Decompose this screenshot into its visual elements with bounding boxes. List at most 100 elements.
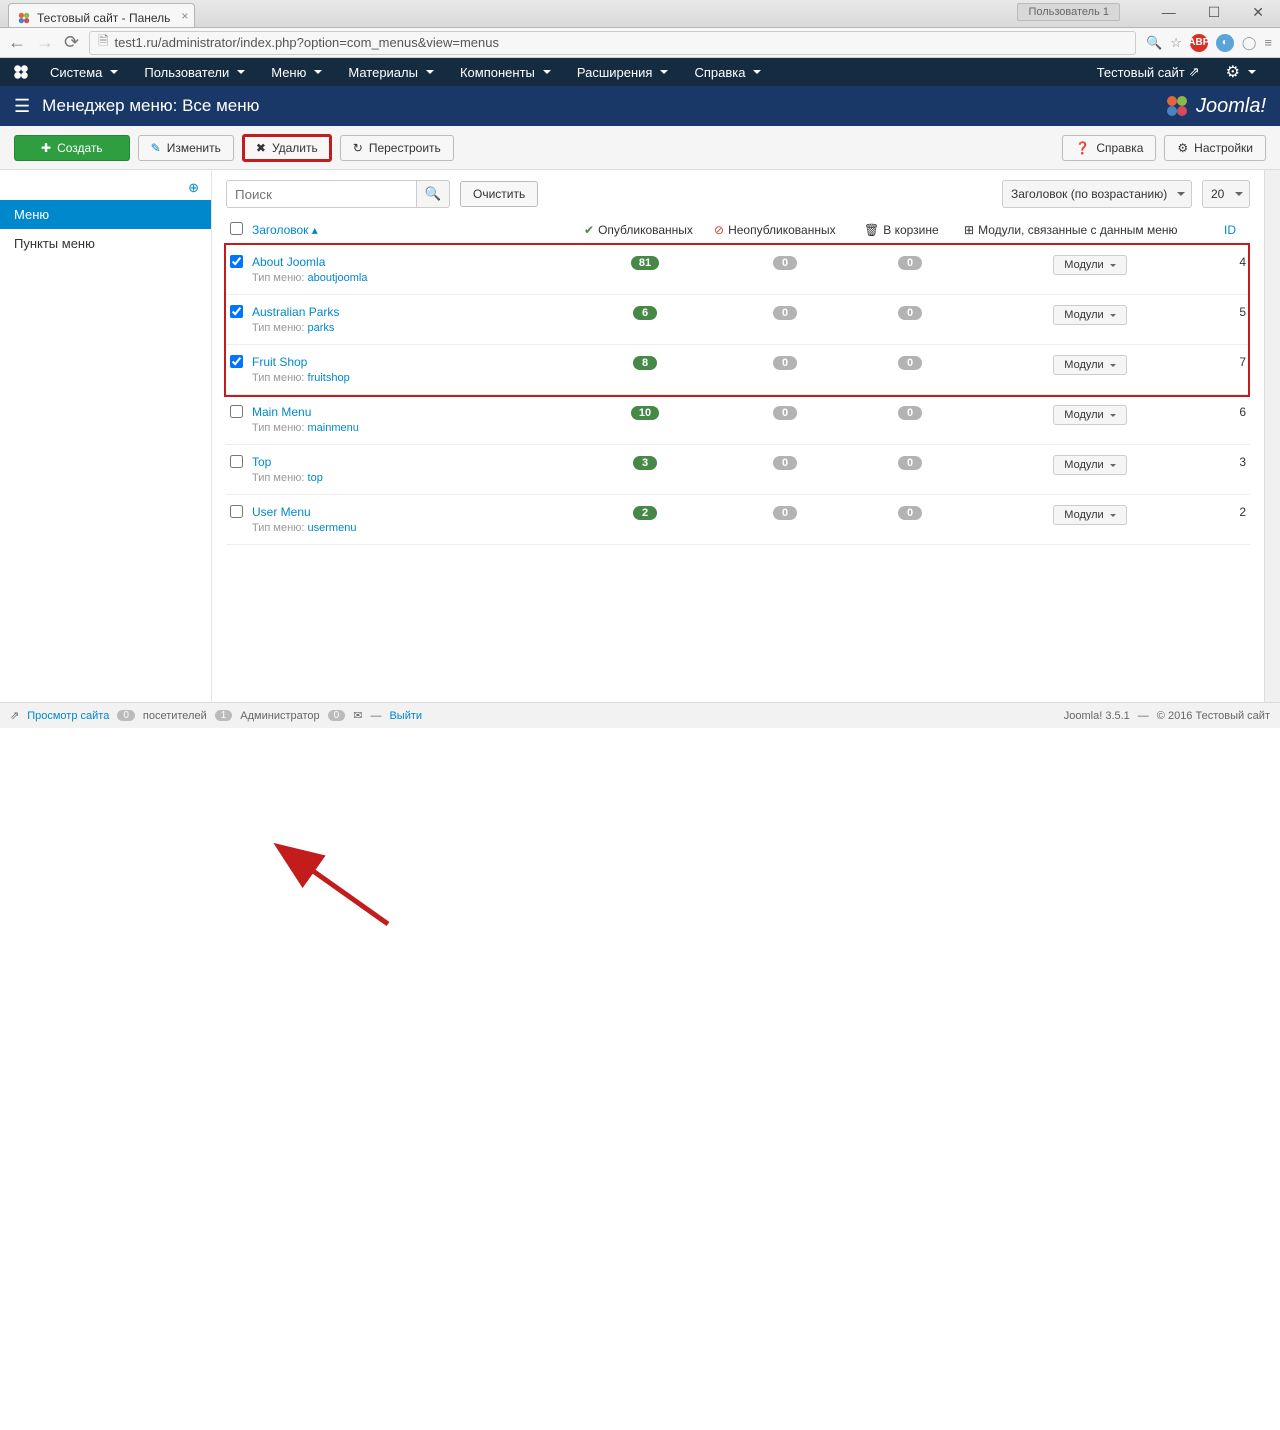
modules-button[interactable]: Модули: [1053, 455, 1126, 475]
edit-icon: ✎: [151, 141, 161, 155]
settings-gear-icon[interactable]: ⚙: [1214, 57, 1268, 87]
tab-close-icon[interactable]: ×: [181, 9, 188, 23]
row-checkbox[interactable]: [230, 355, 243, 368]
site-frontend-link[interactable]: Тестовый сайт ⇗: [1085, 59, 1212, 85]
published-count[interactable]: 2: [633, 506, 657, 520]
unpublished-count[interactable]: 0: [773, 256, 797, 270]
rebuild-button[interactable]: ↻Перестроить: [340, 135, 454, 161]
browser-user-badge[interactable]: Пользователь 1: [1017, 3, 1120, 21]
external-link-icon: ⇗: [1189, 64, 1200, 80]
help-button[interactable]: ❓Справка: [1062, 135, 1156, 161]
browser-tab[interactable]: Тестовый сайт - Панель ×: [8, 3, 195, 27]
bookmark-icon[interactable]: ☆: [1170, 35, 1182, 51]
mail-icon[interactable]: ✉: [353, 709, 362, 722]
menu-title-link[interactable]: About Joomla: [252, 255, 325, 269]
unpublished-count[interactable]: 0: [773, 306, 797, 320]
menu-type-link[interactable]: fruitshop: [308, 372, 350, 384]
options-button[interactable]: ⚙Настройки: [1164, 135, 1266, 161]
published-count[interactable]: 3: [633, 456, 657, 470]
sidebar-item[interactable]: Пункты меню: [0, 229, 211, 258]
main-area: ⊕ МенюПункты меню 🔍 Очистить Заголовок (…: [0, 170, 1280, 702]
ext2-icon[interactable]: ◯: [1242, 35, 1257, 51]
sort-select[interactable]: Заголовок (по возрастанию): [1002, 180, 1192, 208]
modules-button[interactable]: Модули: [1053, 255, 1126, 275]
window-close-icon[interactable]: ✕: [1246, 2, 1270, 23]
browser-menu-icon[interactable]: ≡: [1264, 35, 1272, 50]
create-button[interactable]: ✚Создать: [14, 135, 130, 161]
unpublished-count[interactable]: 0: [773, 456, 797, 470]
unpublished-count[interactable]: 0: [773, 356, 797, 370]
window-maximize-icon[interactable]: ☐: [1202, 2, 1227, 23]
row-checkbox[interactable]: [230, 505, 243, 518]
menu-title-link[interactable]: User Menu: [252, 505, 311, 519]
published-count[interactable]: 10: [631, 406, 659, 420]
nav-system[interactable]: Система: [38, 60, 130, 85]
row-checkbox[interactable]: [230, 255, 243, 268]
joomla-brand: Joomla!: [1164, 93, 1266, 119]
clear-button[interactable]: Очистить: [460, 181, 538, 207]
published-count[interactable]: 8: [633, 356, 657, 370]
vertical-scrollbar[interactable]: [1264, 170, 1280, 702]
trashed-count[interactable]: 0: [898, 456, 922, 470]
nav-users[interactable]: Пользователи: [132, 60, 257, 85]
unpublished-count[interactable]: 0: [773, 506, 797, 520]
menu-title-link[interactable]: Australian Parks: [252, 305, 339, 319]
modules-button[interactable]: Модули: [1053, 505, 1126, 525]
trashed-count[interactable]: 0: [898, 506, 922, 520]
nav-back-icon[interactable]: ←: [8, 32, 26, 53]
nav-extensions[interactable]: Расширения: [565, 60, 681, 85]
select-all-checkbox[interactable]: [230, 222, 243, 235]
joomla-small-icon[interactable]: [12, 63, 30, 81]
row-checkbox[interactable]: [230, 405, 243, 418]
nav-forward-icon[interactable]: →: [36, 32, 54, 53]
url-bar[interactable]: 🗎 test1.ru/administrator/index.php?optio…: [89, 31, 1136, 55]
modules-button[interactable]: Модули: [1053, 405, 1126, 425]
arrow-annotation: [0, 702, 1280, 1430]
menu-type-link[interactable]: parks: [308, 322, 335, 334]
row-checkbox[interactable]: [230, 305, 243, 318]
published-count[interactable]: 81: [631, 256, 659, 270]
check-icon: ✔: [584, 223, 594, 237]
trashed-count[interactable]: 0: [898, 406, 922, 420]
nav-components[interactable]: Компоненты: [448, 60, 563, 85]
trashed-count[interactable]: 0: [898, 306, 922, 320]
ext-icon[interactable]: ◐: [1216, 34, 1234, 52]
search-input[interactable]: [226, 180, 416, 208]
preview-site-link[interactable]: Просмотр сайта: [27, 710, 109, 722]
table-row: Main MenuТип меню: mainmenu1000Модули6: [226, 395, 1250, 445]
nav-menus[interactable]: Меню: [259, 60, 334, 85]
sort-asc-icon: ▴: [312, 223, 318, 237]
menu-title-link[interactable]: Fruit Shop: [252, 355, 307, 369]
logout-link[interactable]: Выйти: [389, 710, 422, 722]
trashed-count[interactable]: 0: [898, 356, 922, 370]
row-checkbox[interactable]: [230, 455, 243, 468]
nav-help[interactable]: Справка: [682, 60, 773, 85]
col-id[interactable]: ID: [1220, 216, 1250, 245]
window-minimize-icon[interactable]: —: [1156, 2, 1182, 23]
modules-button[interactable]: Модули: [1053, 305, 1126, 325]
x-circle-icon: ⊘: [714, 223, 724, 237]
nav-content[interactable]: Материалы: [336, 60, 446, 85]
menu-type-link[interactable]: mainmenu: [308, 422, 359, 434]
col-title[interactable]: Заголовок ▴: [248, 216, 580, 245]
modules-button[interactable]: Модули: [1053, 355, 1126, 375]
abp-icon[interactable]: ABP: [1190, 34, 1208, 52]
sidebar-item[interactable]: Меню: [0, 200, 211, 229]
nav-reload-icon[interactable]: ⟳: [64, 32, 79, 53]
trashed-count[interactable]: 0: [898, 256, 922, 270]
zoom-icon[interactable]: 🔍: [1146, 35, 1162, 51]
table-row: About JoomlaТип меню: aboutjoomla8100Мод…: [226, 245, 1250, 295]
published-count[interactable]: 6: [633, 306, 657, 320]
menu-type-link[interactable]: usermenu: [308, 522, 357, 534]
menu-type-link[interactable]: top: [308, 472, 323, 484]
search-submit-button[interactable]: 🔍: [416, 180, 450, 208]
edit-button[interactable]: ✎Изменить: [138, 135, 234, 161]
sidebar-collapse-icon[interactable]: ⊕: [0, 176, 211, 200]
menu-title-link[interactable]: Top: [252, 455, 271, 469]
menu-type-link[interactable]: aboutjoomla: [308, 272, 368, 284]
unpublished-count[interactable]: 0: [773, 406, 797, 420]
delete-button[interactable]: ✖Удалить: [242, 134, 332, 162]
menu-title-link[interactable]: Main Menu: [252, 405, 311, 419]
limit-select[interactable]: 20: [1202, 180, 1250, 208]
browser-tab-bar: Тестовый сайт - Панель × Пользователь 1 …: [0, 0, 1280, 28]
